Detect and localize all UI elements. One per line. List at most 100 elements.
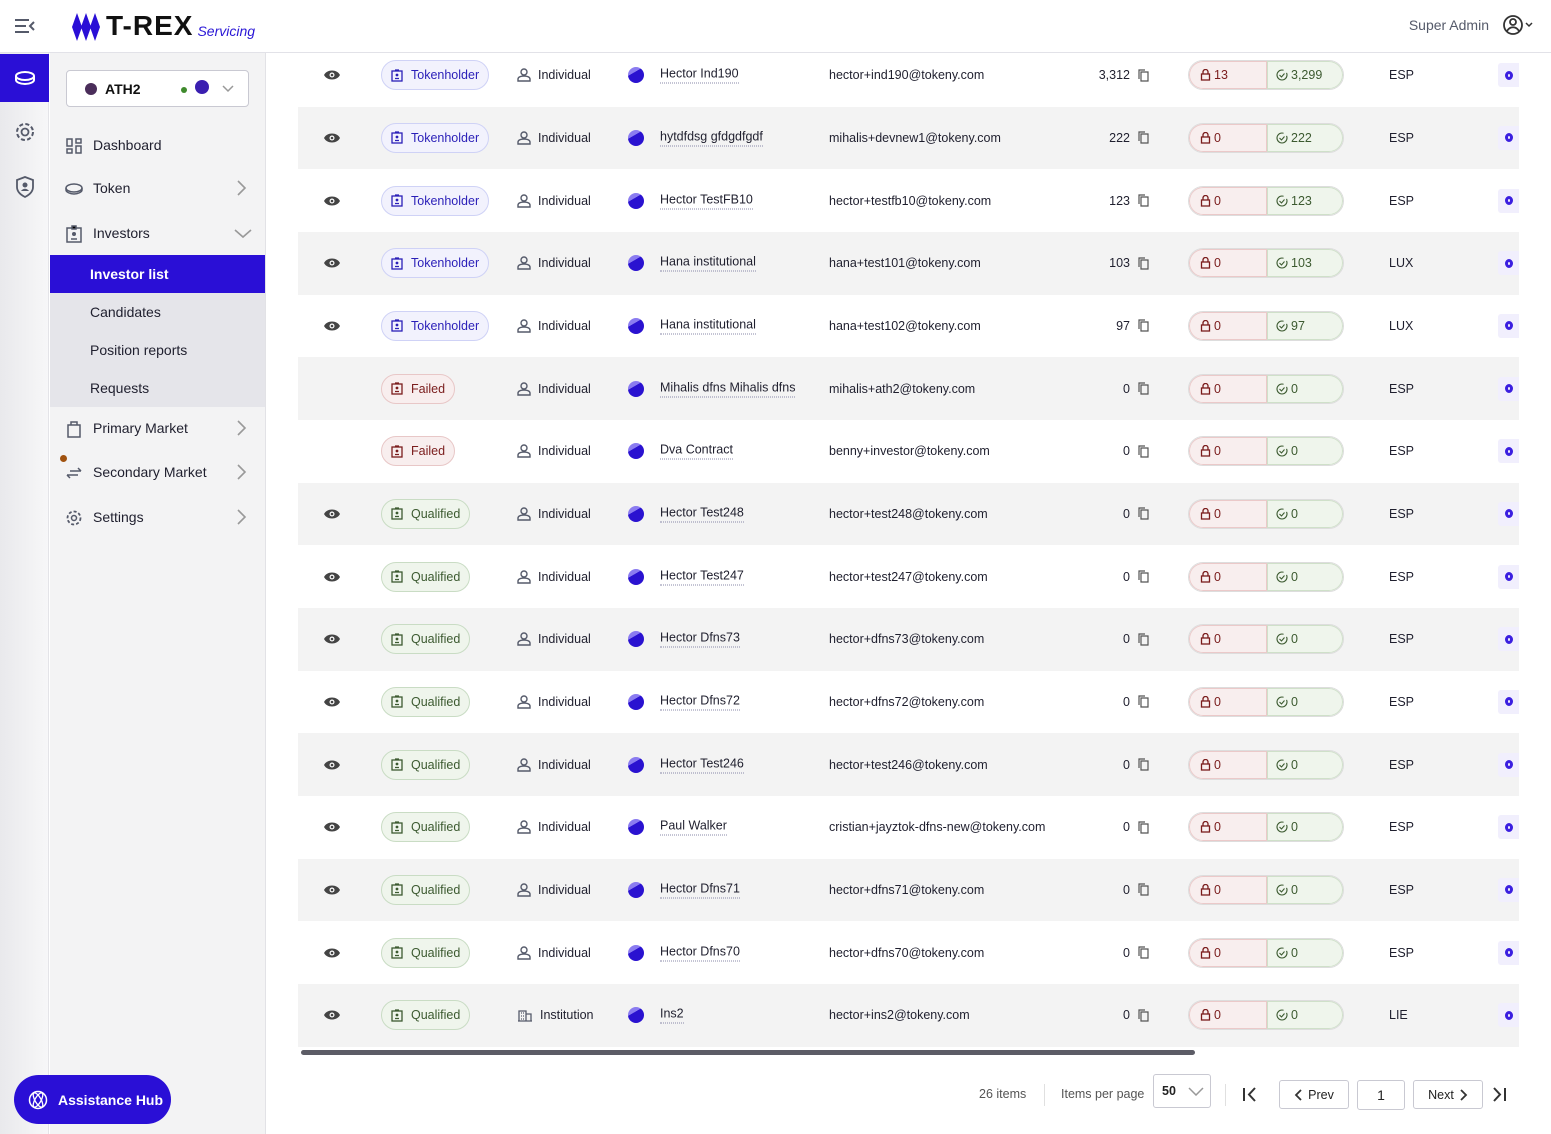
- table-row[interactable]: Tokenholder Individual Hana institutional h…: [298, 231, 1519, 295]
- last-page-icon[interactable]: [1491, 1087, 1507, 1102]
- row-action-button[interactable]: [1498, 627, 1519, 652]
- table-row[interactable]: Failed Individual Dva Contract benny+invest…: [298, 420, 1519, 483]
- copy-icon[interactable]: [1138, 883, 1149, 896]
- nav-position-reports[interactable]: Position reports: [50, 331, 265, 369]
- page-input[interactable]: 1: [1357, 1080, 1405, 1110]
- nav-investor-list[interactable]: Investor list: [50, 255, 265, 293]
- row-action-button[interactable]: [1498, 125, 1519, 150]
- rail-token[interactable]: [0, 54, 49, 102]
- investor-name-link[interactable]: Hana institutional: [660, 255, 756, 272]
- investor-name-link[interactable]: Hector Dfns71: [660, 881, 740, 899]
- copy-icon[interactable]: [1138, 69, 1149, 82]
- copy-icon[interactable]: [1138, 570, 1149, 583]
- items-per-page-select[interactable]: 50: [1153, 1074, 1211, 1108]
- row-action-button[interactable]: [1498, 376, 1519, 401]
- rail-compliance[interactable]: [0, 163, 49, 211]
- table-row[interactable]: Tokenholder Individual Hector TestFB10 hect…: [298, 169, 1519, 232]
- table-row[interactable]: Qualified Individual Paul Walker cristian+j…: [298, 796, 1519, 859]
- row-action-button[interactable]: [1498, 815, 1519, 840]
- table-row[interactable]: Qualified Individual Hector Dfns71 hector+d…: [298, 858, 1519, 922]
- copy-icon[interactable]: [1138, 257, 1149, 270]
- table-row[interactable]: Failed Individual Mihalis dfns Mihalis dfn…: [298, 357, 1519, 420]
- row-action-button[interactable]: [1498, 188, 1519, 213]
- investor-name-link[interactable]: hytdfdsg gfdgdfgdf: [660, 129, 763, 147]
- horizontal-scrollbar[interactable]: [301, 1050, 1195, 1055]
- eye-icon[interactable]: [323, 195, 341, 207]
- row-action-button[interactable]: [1498, 940, 1519, 965]
- nav-requests[interactable]: Requests: [50, 369, 265, 407]
- copy-icon[interactable]: [1138, 194, 1149, 207]
- rail-settings[interactable]: [0, 108, 49, 156]
- nav-token[interactable]: Token: [50, 168, 266, 208]
- copy-icon[interactable]: [1138, 1009, 1149, 1022]
- investor-name-link[interactable]: Hector Test247: [660, 568, 744, 586]
- row-action-button[interactable]: [1498, 564, 1519, 589]
- nav-dashboard[interactable]: Dashboard: [50, 125, 266, 165]
- investor-name-link[interactable]: Hector Dfns70: [660, 944, 740, 962]
- investor-name-link[interactable]: Hector Test246: [660, 756, 744, 774]
- table-row[interactable]: Tokenholder Individual Hana institutional h…: [298, 295, 1519, 358]
- copy-icon[interactable]: [1138, 445, 1149, 458]
- table-row[interactable]: Qualified Individual Hector Dfns73 hector+d…: [298, 607, 1519, 671]
- investor-name-link[interactable]: Mihalis dfns Mihalis dfns: [660, 380, 796, 398]
- eye-icon[interactable]: [323, 132, 341, 144]
- copy-icon[interactable]: [1138, 633, 1149, 646]
- table-row[interactable]: Tokenholder Individual hytdfdsg gfdgdfgdf m…: [298, 106, 1519, 170]
- row-action-button[interactable]: [1498, 752, 1519, 777]
- investor-name-link[interactable]: Dva Contract: [660, 443, 733, 460]
- eye-icon[interactable]: [323, 821, 341, 833]
- eye-icon[interactable]: [323, 1009, 341, 1021]
- row-action-button[interactable]: [1498, 877, 1519, 902]
- nav-secondary-market[interactable]: Secondary Market: [50, 452, 266, 492]
- table-row[interactable]: Qualified Individual Hector Test246 hector+…: [298, 733, 1519, 796]
- investor-name-link[interactable]: Paul Walker: [660, 819, 727, 836]
- table-row[interactable]: Qualified Individual Hector Test248 hector+…: [298, 482, 1519, 546]
- row-action-button[interactable]: [1498, 313, 1519, 338]
- row-action-button[interactable]: [1498, 251, 1519, 276]
- next-button[interactable]: Next: [1413, 1080, 1483, 1109]
- prev-button[interactable]: Prev: [1279, 1080, 1349, 1109]
- investor-name-link[interactable]: Hector Ind190: [660, 67, 739, 84]
- eye-icon[interactable]: [323, 69, 341, 81]
- nav-settings[interactable]: Settings: [50, 497, 266, 537]
- user-role[interactable]: Super Admin: [1409, 17, 1489, 33]
- eye-icon[interactable]: [323, 571, 341, 583]
- copy-icon[interactable]: [1138, 319, 1149, 333]
- copy-icon[interactable]: [1138, 382, 1149, 395]
- row-action-button[interactable]: [1498, 501, 1519, 526]
- investor-name-link[interactable]: Hector Dfns72: [660, 693, 740, 711]
- copy-icon[interactable]: [1138, 758, 1149, 771]
- user-account-icon[interactable]: [1503, 14, 1533, 36]
- eye-icon[interactable]: [323, 696, 341, 708]
- eye-icon[interactable]: [323, 320, 341, 332]
- nav-primary-market[interactable]: Primary Market: [50, 408, 266, 448]
- nav-investors[interactable]: Investors: [50, 213, 266, 253]
- investor-name-link[interactable]: Hector Test248: [660, 505, 744, 523]
- investor-name-link[interactable]: Hana institutional: [660, 317, 756, 335]
- copy-icon[interactable]: [1138, 946, 1149, 959]
- logo[interactable]: T-REX Servicing: [72, 10, 255, 42]
- eye-icon[interactable]: [323, 257, 341, 269]
- copy-icon[interactable]: [1138, 507, 1149, 521]
- eye-icon[interactable]: [323, 508, 341, 520]
- copy-icon[interactable]: [1138, 695, 1149, 708]
- row-action-button[interactable]: [1498, 689, 1519, 714]
- eye-icon[interactable]: [323, 759, 341, 771]
- assistance-hub-button[interactable]: Assistance Hub: [14, 1075, 171, 1124]
- nav-candidates[interactable]: Candidates: [50, 293, 265, 331]
- eye-icon[interactable]: [323, 884, 341, 896]
- row-action-button[interactable]: [1498, 63, 1519, 88]
- copy-icon[interactable]: [1138, 131, 1149, 145]
- copy-icon[interactable]: [1138, 821, 1149, 834]
- first-page-icon[interactable]: [1242, 1087, 1258, 1102]
- table-row[interactable]: Qualified Institution Ins2 hector+ins2@toke…: [298, 983, 1519, 1047]
- investor-name-link[interactable]: Hector TestFB10: [660, 192, 753, 210]
- investor-name-link[interactable]: Ins2: [660, 1007, 684, 1024]
- eye-icon[interactable]: [323, 633, 341, 645]
- token-selector[interactable]: ATH2: [66, 70, 249, 107]
- table-row[interactable]: Qualified Individual Hector Dfns72 hector+d…: [298, 671, 1519, 734]
- table-row[interactable]: Qualified Individual Hector Test247 hector+…: [298, 545, 1519, 608]
- eye-icon[interactable]: [323, 947, 341, 959]
- row-action-button[interactable]: [1498, 439, 1519, 464]
- table-row[interactable]: Tokenholder Individual Hector Ind190 hector…: [298, 44, 1519, 107]
